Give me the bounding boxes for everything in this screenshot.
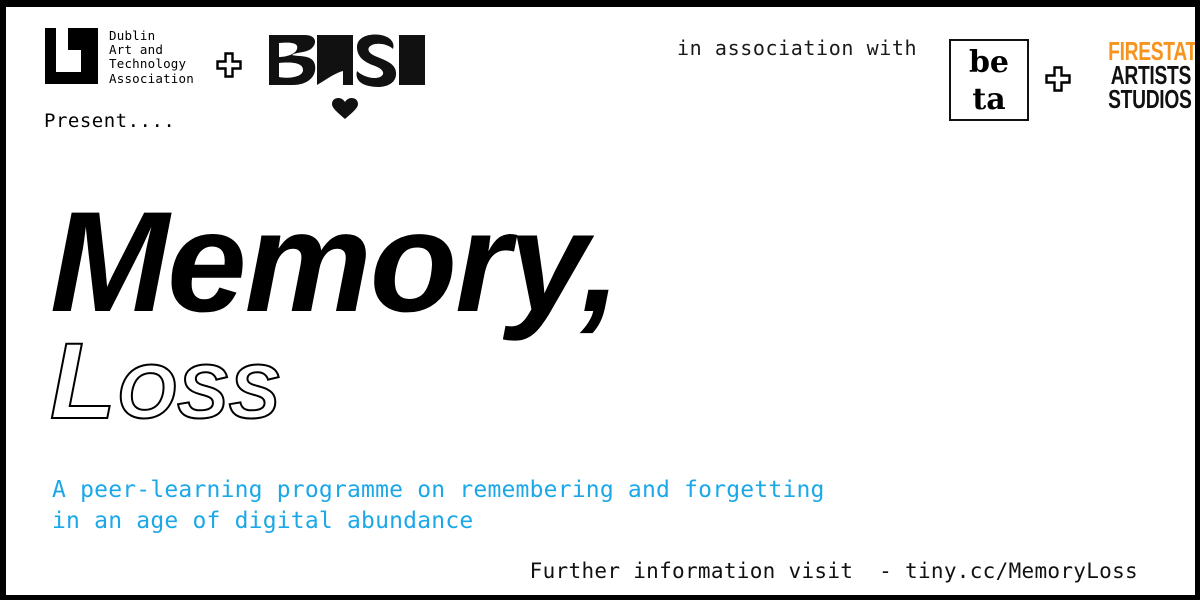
data-mark-notch-lower — [56, 50, 81, 72]
subtitle-line-1: A peer-learning programme on remembering… — [52, 477, 825, 503]
title-line-loss: Loss — [49, 320, 281, 441]
poster-inner: Dublin Art and Technology Association Pr… — [6, 7, 1195, 595]
plus-icon-2 — [1045, 66, 1071, 92]
data-logo-line-2: Art and — [109, 42, 164, 58]
title-line-memory: Memory, — [50, 183, 621, 342]
beta-logo-line-1: be — [968, 45, 1010, 80]
base-wordmark-icon — [269, 34, 425, 87]
poster-canvas: Dublin Art and Technology Association Pr… — [0, 0, 1200, 600]
data-logo-line-1: Dublin — [109, 28, 156, 43]
firestation-logo: FIRESTATION ARTISTS STUDIOS — [1079, 38, 1195, 114]
subtitle-line-2: in an age of digital abundance — [52, 508, 474, 534]
association-label: in association with — [677, 36, 918, 60]
page-title: Memory, Loss — [49, 183, 621, 441]
footer-info: Further information visit - tiny.cc/Memo… — [529, 559, 1138, 583]
beta-logo-wordmark: be ta — [951, 41, 1027, 118]
base-logo — [265, 33, 425, 121]
subtitle: A peer-learning programme on remembering… — [52, 475, 825, 537]
plus-icon-1 — [216, 52, 242, 78]
firestation-logo-line-3: STUDIOS — [1108, 83, 1192, 114]
heart-icon — [332, 98, 358, 119]
poster-header: Dublin Art and Technology Association Pr… — [6, 7, 1195, 132]
data-logo-line-4: Association — [109, 70, 194, 86]
beta-logo-line-2: ta — [972, 82, 1006, 117]
data-logo-wordmark: Dublin Art and Technology Association — [109, 28, 194, 86]
present-label: Present.... — [44, 110, 176, 132]
data-logo-line-3: Technology — [109, 56, 187, 72]
data-square-mark-icon — [45, 27, 98, 84]
data-logo: Dublin Art and Technology Association — [45, 27, 194, 86]
beta-logo: be ta — [949, 39, 1029, 121]
